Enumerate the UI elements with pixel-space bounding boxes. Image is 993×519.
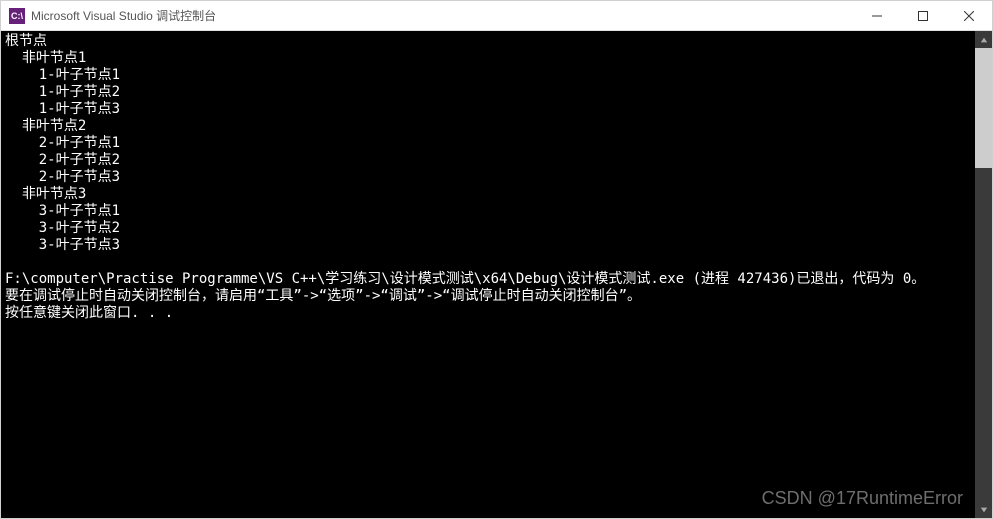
- console-region: 根节点 非叶节点1 1-叶子节点1 1-叶子节点2 1-叶子节点3 非叶节点2 …: [1, 31, 992, 518]
- maximize-icon: [918, 11, 928, 21]
- minimize-icon: [872, 11, 882, 21]
- vertical-scrollbar[interactable]: [975, 31, 992, 518]
- window-controls: [854, 1, 992, 30]
- scroll-thumb[interactable]: [975, 48, 992, 168]
- close-button[interactable]: [946, 1, 992, 30]
- close-icon: [964, 11, 974, 21]
- maximize-button[interactable]: [900, 1, 946, 30]
- window: C:\ Microsoft Visual Studio 调试控制台 根节点 非叶…: [0, 0, 993, 519]
- chevron-down-icon: [980, 506, 988, 514]
- minimize-button[interactable]: [854, 1, 900, 30]
- window-title: Microsoft Visual Studio 调试控制台: [31, 7, 854, 24]
- scroll-down-button[interactable]: [975, 501, 992, 518]
- console-output[interactable]: 根节点 非叶节点1 1-叶子节点1 1-叶子节点2 1-叶子节点3 非叶节点2 …: [1, 31, 975, 518]
- titlebar[interactable]: C:\ Microsoft Visual Studio 调试控制台: [1, 1, 992, 31]
- vs-console-icon: C:\: [9, 8, 25, 24]
- scroll-up-button[interactable]: [975, 31, 992, 48]
- chevron-up-icon: [980, 36, 988, 44]
